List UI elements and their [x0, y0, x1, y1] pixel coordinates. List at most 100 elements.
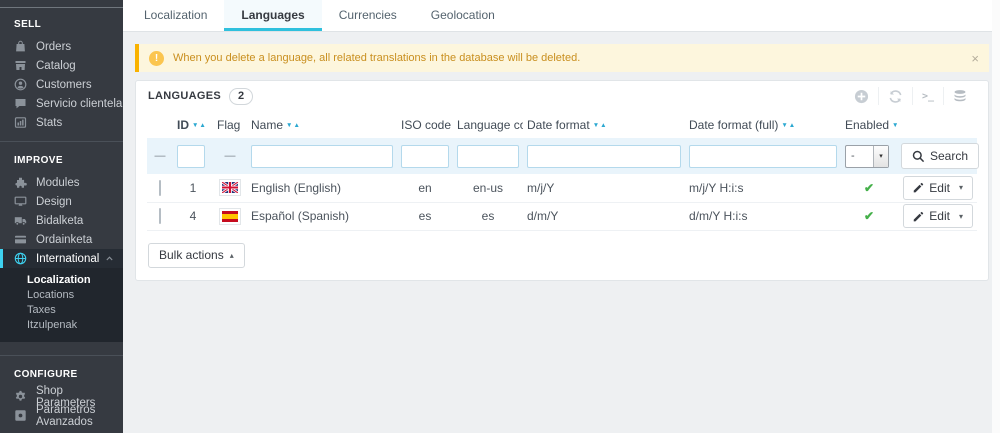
table-row: 1 English (English) en en-us m/j/Y m/j/Y…	[147, 174, 977, 202]
sort-icons[interactable]: ▼▲	[192, 122, 207, 129]
warning-icon: !	[149, 51, 164, 66]
header-language-code[interactable]: Language code▼▲	[453, 111, 523, 138]
row-language-code: es	[453, 202, 523, 230]
row-language-code: en-us	[453, 174, 523, 202]
sidebar-item-catalog[interactable]: Catalog	[0, 56, 123, 75]
sidebar-item-customer-service[interactable]: Servicio clientela	[0, 94, 123, 113]
submenu-item-locations[interactable]: Locations	[0, 288, 123, 303]
sort-icons[interactable]: ▼▲	[781, 122, 796, 129]
row-date-format-full: d/m/Y H:i:s	[685, 202, 841, 230]
row-name: Español (Spanish)	[247, 202, 397, 230]
id-filter-input[interactable]	[177, 145, 205, 168]
header-enabled[interactable]: Enabled▼▲	[841, 111, 897, 138]
row-checkbox[interactable]	[159, 208, 161, 224]
sidebar-item-customers[interactable]: Customers	[0, 75, 123, 94]
bulk-actions-button[interactable]: Bulk actions ▴	[148, 243, 245, 268]
filter-id-cell	[173, 138, 213, 174]
language-code-filter-input[interactable]	[457, 145, 519, 168]
add-icon[interactable]	[845, 87, 878, 105]
spain-flag-icon	[219, 208, 241, 225]
search-button-label: Search	[930, 149, 968, 163]
sort-icons[interactable]: ▼▲	[286, 122, 301, 129]
credit-card-icon	[14, 233, 27, 246]
bulk-actions-label: Bulk actions	[159, 248, 224, 262]
languages-panel: LANGUAGES 2 >_	[135, 80, 989, 281]
sidebar-item-label: Stats	[36, 117, 62, 129]
tab-languages[interactable]: Languages	[224, 0, 321, 31]
panel-header: LANGUAGES 2 >_	[136, 81, 988, 109]
sidebar-item-label: Design	[36, 196, 72, 208]
header-iso-code[interactable]: ISO code▼▲	[397, 111, 453, 138]
chevron-down-icon[interactable]: ▾	[959, 212, 963, 221]
chevron-up-icon	[106, 256, 113, 261]
tab-currencies[interactable]: Currencies	[322, 0, 414, 31]
submenu-item-taxes[interactable]: Taxes	[0, 303, 123, 318]
sidebar-item-label: Ordainketa	[36, 234, 92, 246]
row-select-cell	[147, 202, 173, 230]
orders-bag-icon	[14, 40, 27, 53]
row-select-cell	[147, 174, 173, 202]
sidebar-item-label: Bidalketa	[36, 215, 83, 227]
row-actions-cell: Edit ▾	[897, 202, 977, 230]
date-format-full-filter-input[interactable]	[689, 145, 837, 168]
globe-icon	[14, 252, 27, 265]
enabled-filter-value: -	[846, 150, 873, 162]
row-iso: en	[397, 174, 453, 202]
sidebar-item-orders[interactable]: Orders	[0, 37, 123, 56]
tab-geolocation[interactable]: Geolocation	[414, 0, 512, 31]
sort-icons[interactable]: ▼▲	[892, 122, 897, 129]
date-format-filter-input[interactable]	[527, 145, 681, 168]
sidebar-item-label: Catalog	[36, 60, 76, 72]
sidebar-item-modules[interactable]: Modules	[0, 173, 123, 192]
filter-date-full-cell	[685, 138, 841, 174]
submenu-item-translations[interactable]: Itzulpenak	[0, 318, 123, 333]
scrollbar-track[interactable]	[992, 0, 1000, 433]
chat-bubble-icon	[14, 97, 27, 110]
truck-icon	[14, 214, 27, 227]
sidebar-item-stats[interactable]: Stats	[0, 113, 123, 132]
search-button[interactable]: Search	[901, 143, 979, 169]
uk-flag-icon	[219, 179, 241, 196]
languages-table: ID▼▲ Flag Name▼▲ ISO code▼▲ Language cod…	[147, 111, 977, 231]
sql-manager-icon[interactable]: >_	[912, 87, 943, 105]
international-submenu: Localization Locations Taxes Itzulpenak	[0, 268, 123, 342]
sidebar-item-design[interactable]: Design	[0, 192, 123, 211]
sidebar-top-divider	[0, 0, 123, 8]
pencil-icon	[913, 182, 924, 193]
sidebar-item-advanced-parameters[interactable]: Parámetros Avanzados	[0, 406, 123, 425]
main-content: Localization Languages Currencies Geoloc…	[123, 0, 1000, 433]
edit-button[interactable]: Edit ▾	[903, 176, 973, 200]
row-actions-cell: Edit ▾	[897, 174, 977, 202]
name-filter-input[interactable]	[251, 145, 393, 168]
sidebar-item-label: Servicio clientela	[36, 98, 122, 110]
refresh-icon[interactable]	[878, 87, 912, 105]
header-name[interactable]: Name▼▲	[247, 111, 397, 138]
header-id[interactable]: ID▼▲	[173, 111, 213, 138]
row-checkbox[interactable]	[159, 180, 161, 196]
edit-button[interactable]: Edit ▾	[903, 204, 973, 228]
submenu-item-localization[interactable]: Localization	[0, 273, 123, 288]
sidebar-item-international[interactable]: International	[0, 249, 123, 268]
gear-icon	[14, 390, 27, 403]
header-date-format[interactable]: Date format▼▲	[523, 111, 685, 138]
iso-code-filter-input[interactable]	[401, 145, 449, 168]
sidebar-item-label: Customers	[36, 79, 92, 91]
sidebar-divider	[0, 355, 123, 356]
sidebar-item-shipping[interactable]: Bidalketa	[0, 211, 123, 230]
database-icon[interactable]	[943, 87, 976, 105]
close-icon[interactable]: ×	[971, 52, 979, 65]
page-tabs: Localization Languages Currencies Geoloc…	[123, 0, 1000, 32]
customers-person-icon	[14, 78, 27, 91]
filter-iso-cell	[397, 138, 453, 174]
sidebar-item-payment[interactable]: Ordainketa	[0, 230, 123, 249]
tab-localization[interactable]: Localization	[127, 0, 224, 31]
row-iso: es	[397, 202, 453, 230]
header-date-format-full[interactable]: Date format (full)▼▲	[685, 111, 841, 138]
enabled-filter-select[interactable]: - ▾	[845, 145, 889, 168]
sidebar-item-label: International	[36, 253, 99, 265]
header-select	[147, 111, 173, 138]
chevron-down-icon[interactable]: ▾	[959, 183, 963, 192]
filter-name-cell	[247, 138, 397, 174]
sort-icons[interactable]: ▼▲	[593, 122, 608, 129]
row-id: 1	[173, 174, 213, 202]
